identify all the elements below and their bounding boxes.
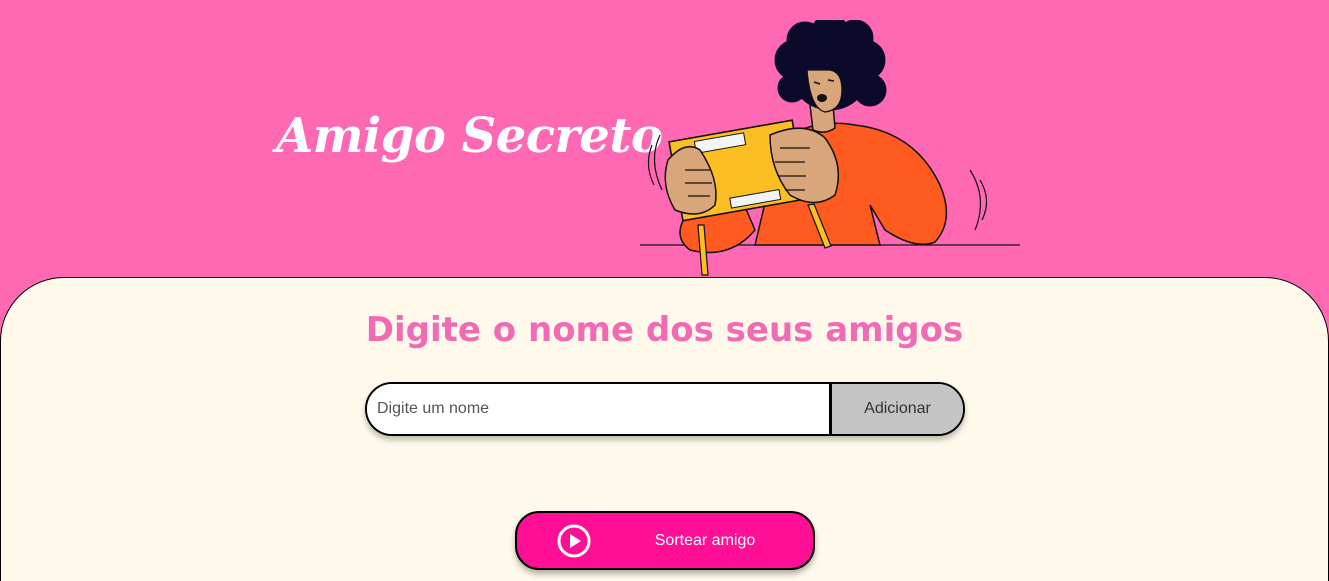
header-banner: Amigo Secreto bbox=[0, 0, 1329, 290]
page-title: Amigo Secreto bbox=[276, 108, 663, 164]
draw-friend-button[interactable]: Sortear amigo bbox=[515, 511, 815, 570]
add-button[interactable]: Adicionar bbox=[829, 384, 963, 434]
add-friend-form: Adicionar bbox=[365, 382, 965, 436]
name-input[interactable] bbox=[367, 384, 829, 434]
person-opening-gift-illustration bbox=[640, 20, 1020, 276]
section-heading: Digite o nome dos seus amigos bbox=[365, 310, 964, 350]
play-circle-icon bbox=[557, 524, 591, 558]
draw-button-label: Sortear amigo bbox=[654, 531, 756, 549]
